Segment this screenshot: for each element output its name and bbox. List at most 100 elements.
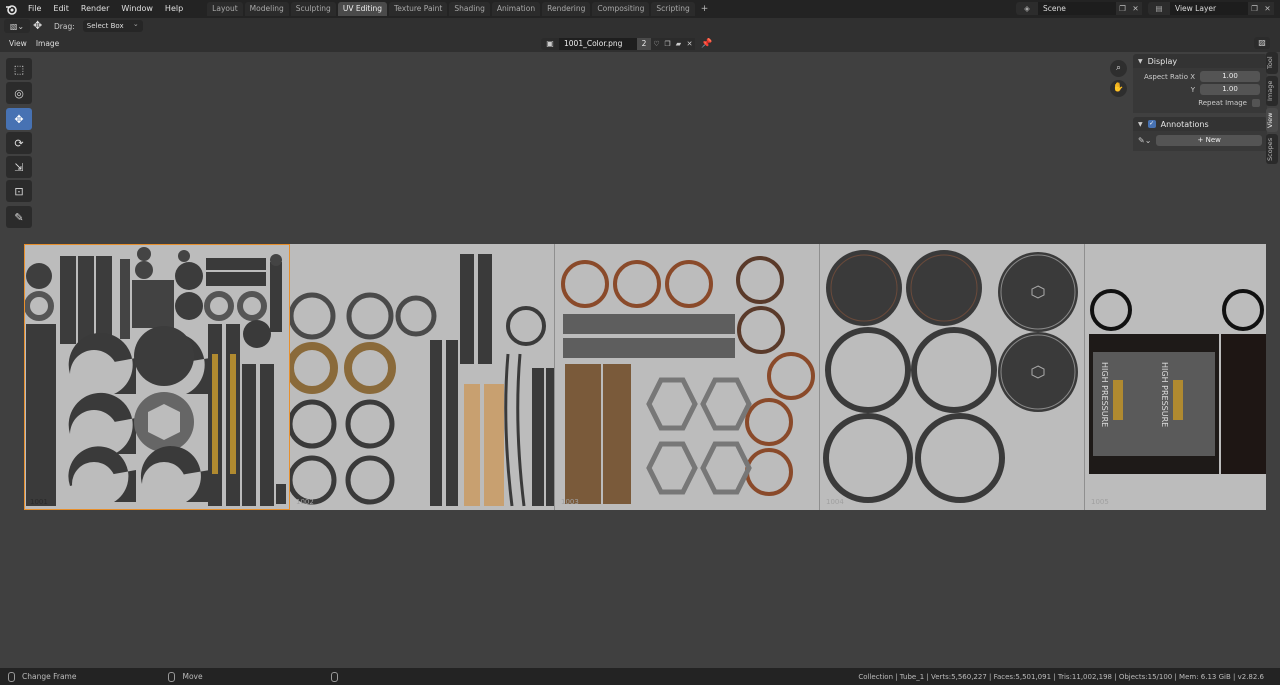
scene-icon: ◈ [1016, 2, 1038, 15]
tool-header: ▧⌄ ✥ Drag: Select Box [0, 18, 1280, 34]
view-layer-selector[interactable]: ▤ View Layer ❐ ✕ [1148, 2, 1274, 15]
new-image-icon[interactable]: ❐ [662, 37, 673, 50]
annotations-panel-header[interactable]: ▼ ✓ Annotations [1133, 117, 1267, 131]
tab-tool[interactable]: Tool [1266, 52, 1278, 74]
annotations-title: Annotations [1160, 119, 1209, 129]
mouse-right-icon [330, 671, 338, 682]
display-panel-header[interactable]: ▼ Display [1133, 54, 1267, 68]
duplicate-scene-icon[interactable]: ❐ [1116, 2, 1129, 15]
scale-tool-icon[interactable]: ⇲ [6, 156, 32, 178]
transform-tool-icon[interactable]: ⊡ [6, 180, 32, 202]
overlay-toggle-icon[interactable]: ▨ [1254, 37, 1270, 49]
image-name-field[interactable]: 1001_Color.png [559, 37, 637, 50]
annotation-pencil-icon[interactable]: ✎⌄ [1138, 136, 1151, 145]
tab-modeling[interactable]: Modeling [244, 2, 289, 16]
menu-edit[interactable]: Edit [47, 0, 75, 18]
tab-sculpting[interactable]: Sculpting [290, 2, 336, 16]
tab-scripting[interactable]: Scripting [651, 2, 695, 16]
status-bar: Change Frame Move Collection | Tube_1 | … [0, 668, 1280, 685]
drag-label: Drag: [54, 21, 75, 31]
top-bar: File Edit Render Window Help Layout Mode… [0, 0, 1280, 18]
tile-number: 1003 [561, 498, 579, 506]
pin-icon[interactable]: 📌 [701, 39, 712, 49]
aspect-x-field[interactable]: 1.00 [1200, 71, 1260, 82]
unlink-image-icon[interactable]: ✕ [684, 37, 695, 50]
tile-number: 1005 [1091, 498, 1109, 506]
image-menu[interactable]: Image [32, 39, 65, 48]
tab-image[interactable]: Image [1266, 76, 1278, 106]
image-browse-icon[interactable]: ▣ [541, 37, 559, 50]
image-datablock: ▣ 1001_Color.png 2 ♡ ❐ ▰ ✕ 📌 [541, 37, 712, 50]
aspect-y-label: Y [1190, 85, 1195, 94]
mouse-middle-icon [168, 671, 176, 682]
fake-user-icon[interactable]: ♡ [651, 37, 662, 50]
collapse-triangle-icon: ▼ [1138, 57, 1143, 65]
status-left-text: Change Frame [22, 672, 77, 681]
aspect-x-label: Aspect Ratio X [1144, 72, 1195, 81]
duplicate-view-layer-icon[interactable]: ❐ [1248, 2, 1261, 15]
tab-scopes[interactable]: Scopes [1266, 134, 1278, 164]
tab-compositing[interactable]: Compositing [592, 2, 650, 16]
udim-tile[interactable]: 1001 [24, 244, 290, 510]
uv-editor-viewport[interactable]: ⬚ ◎ ✥ ⟳ ⇲ ⊡ ✎ ⌕ ✋ ▼ Display Aspect Ratio… [0, 52, 1280, 668]
display-title: Display [1147, 56, 1178, 66]
repeat-image-label: Repeat Image [1198, 98, 1247, 107]
cursor-tool-icon[interactable]: ◎ [6, 82, 32, 104]
annotations-panel: ✎⌄ + New [1133, 131, 1267, 151]
scene-selector[interactable]: ◈ Scene ❐ ✕ [1016, 2, 1142, 15]
rotate-tool-icon[interactable]: ⟳ [6, 132, 32, 154]
tile-uv-islands [286, 254, 554, 507]
svg-text:HIGH PRESSURE: HIGH PRESSURE [1100, 362, 1109, 427]
uv-texture-strip[interactable]: 1001 1002 1003 1004 HIGH PRESSURE HIGH P… [24, 244, 1266, 510]
scene-name: Scene [1043, 4, 1066, 13]
drag-mode-select[interactable]: Select Box [82, 18, 143, 32]
udim-tile[interactable]: 1003 [555, 244, 820, 510]
remove-view-layer-icon[interactable]: ✕ [1261, 2, 1274, 15]
status-right-click [330, 671, 345, 682]
tab-layout[interactable]: Layout [207, 2, 243, 16]
view-menu[interactable]: View [0, 39, 32, 48]
pan-hand-icon[interactable]: ✋ [1110, 80, 1127, 97]
zoom-icon[interactable]: ⌕ [1110, 60, 1127, 77]
editor-type-icon[interactable]: ▧⌄ [4, 19, 30, 33]
tab-view[interactable]: View [1266, 108, 1278, 132]
tile-uv-islands [561, 256, 815, 504]
tile-number: 1004 [826, 498, 844, 506]
tab-shading[interactable]: Shading [449, 2, 490, 16]
select-box-tool-icon[interactable]: ⬚ [6, 58, 32, 80]
tile-number: 1002 [296, 498, 314, 506]
aspect-y-field[interactable]: 1.00 [1200, 84, 1260, 95]
mouse-left-icon [8, 671, 15, 682]
status-move: Move [168, 671, 203, 682]
menu-file[interactable]: File [22, 0, 47, 18]
tile-uv-islands [823, 250, 1078, 503]
new-annotation-button[interactable]: + New [1156, 135, 1262, 146]
annotations-checkbox[interactable]: ✓ [1147, 120, 1156, 128]
tile-uv-islands [24, 247, 286, 506]
menu-window[interactable]: Window [115, 0, 159, 18]
repeat-image-checkbox[interactable] [1252, 98, 1260, 107]
editor-header: View Image ▣ 1001_Color.png 2 ♡ ❐ ▰ ✕ 📌 … [0, 34, 1280, 52]
scene-stats: Collection | Tube_1 | Verts:5,560,227 | … [858, 672, 1264, 681]
udim-tile[interactable]: HIGH PRESSURE HIGH PRESSURE 1005 [1085, 244, 1266, 510]
view-layer-icon: ▤ [1148, 2, 1170, 15]
udim-tile[interactable]: 1002 [286, 244, 555, 510]
move-tool-icon: ✥ [33, 19, 43, 32]
move-tool-button-icon[interactable]: ✥ [6, 108, 32, 130]
image-users-count[interactable]: 2 [637, 37, 651, 50]
display-panel: Aspect Ratio X 1.00 Y 1.00 Repeat Image [1133, 68, 1267, 113]
main-menu: File Edit Render Window Help [22, 0, 189, 18]
blender-logo-icon[interactable] [0, 0, 22, 18]
tab-animation[interactable]: Animation [491, 2, 541, 16]
tab-rendering[interactable]: Rendering [542, 2, 591, 16]
menu-render[interactable]: Render [75, 0, 115, 18]
add-workspace-icon[interactable]: + [697, 4, 713, 14]
tab-texture-paint[interactable]: Texture Paint [388, 2, 448, 16]
remove-scene-icon[interactable]: ✕ [1129, 2, 1142, 15]
annotate-tool-icon[interactable]: ✎ [6, 206, 32, 228]
tile-number: 1001 [30, 498, 48, 506]
udim-tile[interactable]: 1004 [820, 244, 1085, 510]
open-image-icon[interactable]: ▰ [673, 37, 684, 50]
menu-help[interactable]: Help [159, 0, 189, 18]
tab-uv-editing[interactable]: UV Editing [337, 2, 387, 16]
